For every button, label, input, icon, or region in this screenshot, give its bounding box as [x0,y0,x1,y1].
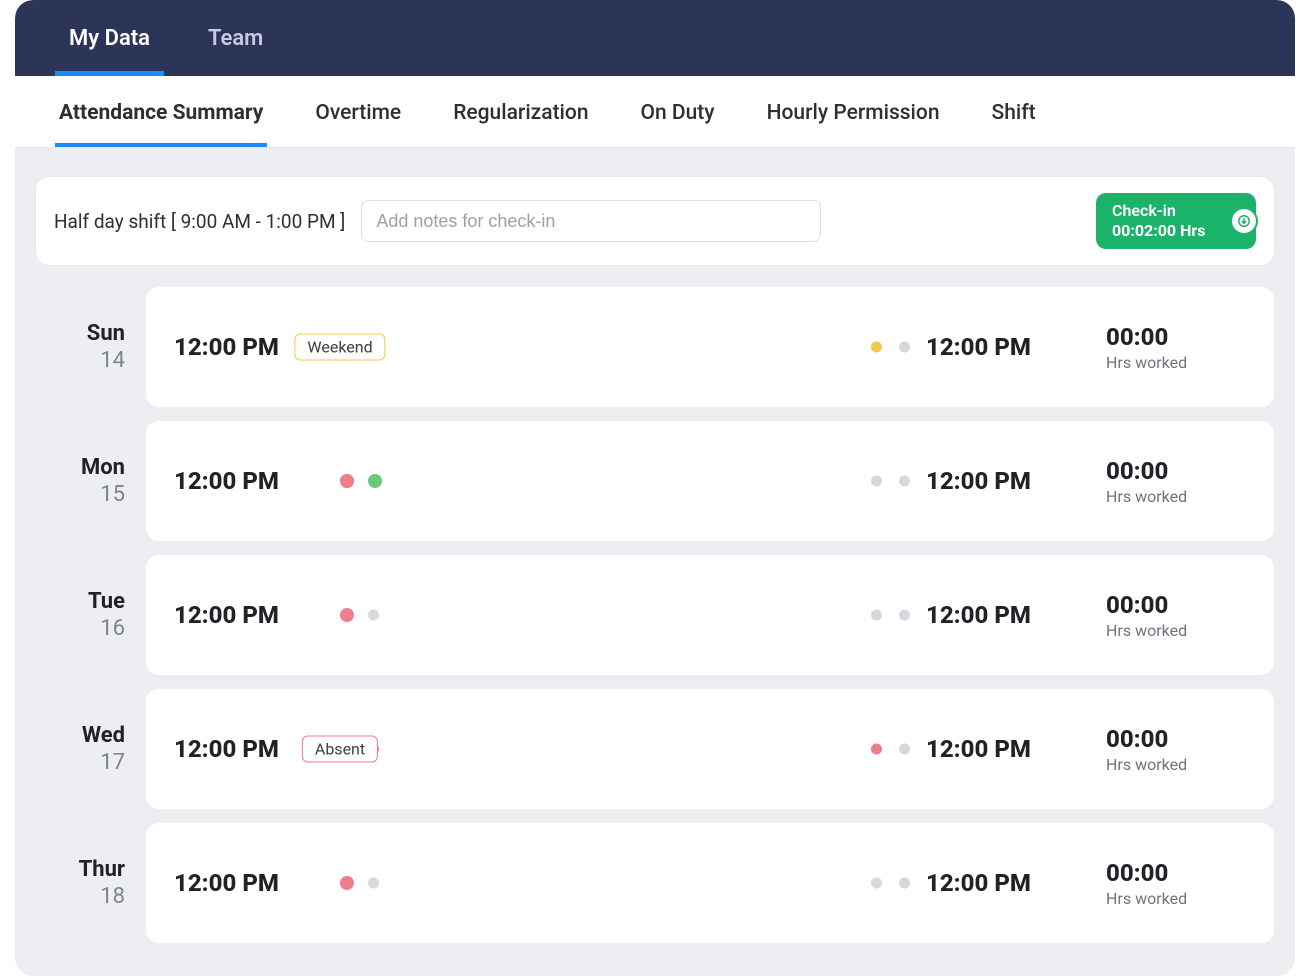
timeline-dot [899,878,910,889]
timeline-badge: Weekend [294,334,385,361]
day-of-week: Mon [81,455,125,480]
timeline-marker [340,608,354,622]
end-time: 12:00 PM [926,333,1096,361]
top-nav: My Data Team [15,0,1295,76]
end-time: 12:00 PM [926,601,1096,629]
day-label: Wed17 [35,688,145,810]
timeline-marker [340,474,354,488]
subnav-tab-hourly-permission[interactable]: Hourly Permission [763,79,944,147]
topnav-tab-my-data[interactable]: My Data [55,4,164,76]
timeline-badge: Absent [302,736,378,763]
subnav-tab-overtime[interactable]: Overtime [311,79,405,147]
day-of-week: Thur [79,857,125,882]
timeline-dot [871,476,882,487]
day-of-month: 14 [100,348,125,373]
day-of-week: Sun [87,321,125,346]
start-time: 12:00 PM [174,869,324,897]
day-list: Sun14 12:00 PM Weekend 12:00 PM 00:00 Hrs wor… [15,266,1295,976]
hours-label: Hrs worked [1106,621,1246,640]
end-time: 12:00 PM [926,735,1096,763]
subnav-tab-attendance-summary[interactable]: Attendance Summary [55,79,267,147]
day-row: Tue16 12:00 PM 12:00 PM 00:00 Hrs worked [35,554,1275,676]
hours-label: Hrs worked [1106,487,1246,506]
day-card[interactable]: 12:00 PMWeekend12:00 PM00:00Hrs worked [145,286,1275,408]
hours-value: 00:00 [1106,457,1246,485]
timeline-dot [899,476,910,487]
timeline-dot [368,878,379,889]
day-of-week: Wed [82,723,125,748]
hours-value: 00:00 [1106,323,1246,351]
subnav-tab-regularization[interactable]: Regularization [449,79,592,147]
day-row: Sun1412:00 PMWeekend12:00 PM00:00Hrs wor… [35,286,1275,408]
hours-label: Hrs worked [1106,889,1246,908]
timeline-dot [899,610,910,621]
day-card[interactable]: 12:00 PM 12:00 PM 00:00 Hrs worked [145,822,1275,944]
timeline: Absent [340,737,910,761]
start-time: 12:00 PM [174,601,324,629]
topnav-tab-team[interactable]: Team [194,4,277,76]
checkin-button[interactable]: Check-in 00:02:00 Hrs [1096,193,1256,249]
end-time: 12:00 PM [926,869,1096,897]
day-of-month: 18 [100,884,125,909]
day-of-month: 16 [100,616,125,641]
hours-value: 00:00 [1106,591,1246,619]
day-row: Mon15 12:00 PM 12:00 PM 00:00 Hrs worked [35,420,1275,542]
hours-worked: 00:00 Hrs worked [1106,859,1246,908]
day-of-week: Tue [88,589,125,614]
hours-worked: 00:00 Hrs worked [1106,323,1246,372]
day-label: Sun14 [35,286,145,408]
sub-nav: Attendance Summary Overtime Regularization… [15,76,1295,148]
hours-value: 00:00 [1106,725,1246,753]
attendance-app: My Data Team Attendance Summary Overtime Re… [15,0,1295,976]
day-row: Thur18 12:00 PM 12:00 PM 00:00 Hrs worked [35,822,1275,944]
timeline [340,603,910,627]
day-card[interactable]: 12:00 PM 12:00 PM 00:00 Hrs worked [145,554,1275,676]
day-row: Wed1712:00 PMAbsent12:00 PM00:00Hrs work… [35,688,1275,810]
timeline-dot [871,744,882,755]
timeline [340,871,910,895]
hours-worked: 00:00 Hrs worked [1106,457,1246,506]
hours-value: 00:00 [1106,859,1246,887]
hours-label: Hrs worked [1106,353,1246,372]
hours-worked: 00:00 Hrs worked [1106,591,1246,640]
checkin-arrow-icon [1230,207,1258,235]
day-label: Mon15 [35,420,145,542]
day-of-month: 17 [100,750,125,775]
timeline-dot [368,474,382,488]
shift-label: Half day shift [ 9:00 AM - 1:00 PM ] [54,210,345,233]
hours-label: Hrs worked [1106,755,1246,774]
day-of-month: 15 [100,482,125,507]
checkin-bar: Half day shift [ 9:00 AM - 1:00 PM ] Che… [35,176,1275,266]
end-time: 12:00 PM [926,467,1096,495]
timeline-dot [871,342,882,353]
timeline-marker [340,876,354,890]
checkin-button-label: Check-in [1112,201,1212,221]
day-label: Tue16 [35,554,145,676]
subnav-tab-shift[interactable]: Shift [988,79,1040,147]
day-card[interactable]: 12:00 PMAbsent12:00 PM00:00Hrs worked [145,688,1275,810]
timeline-dot [899,342,910,353]
day-label: Thur18 [35,822,145,944]
subnav-tab-on-duty[interactable]: On Duty [637,79,719,147]
timeline-dot [871,610,882,621]
timeline-dot [899,744,910,755]
start-time: 12:00 PM [174,467,324,495]
timeline [340,469,910,493]
hours-worked: 00:00 Hrs worked [1106,725,1246,774]
timeline: Weekend [340,335,910,359]
timeline-dot [871,878,882,889]
day-card[interactable]: 12:00 PM 12:00 PM 00:00 Hrs worked [145,420,1275,542]
checkin-timer: 00:02:00 Hrs [1112,221,1212,241]
checkin-notes-input[interactable] [361,200,821,242]
timeline-dot [368,610,379,621]
